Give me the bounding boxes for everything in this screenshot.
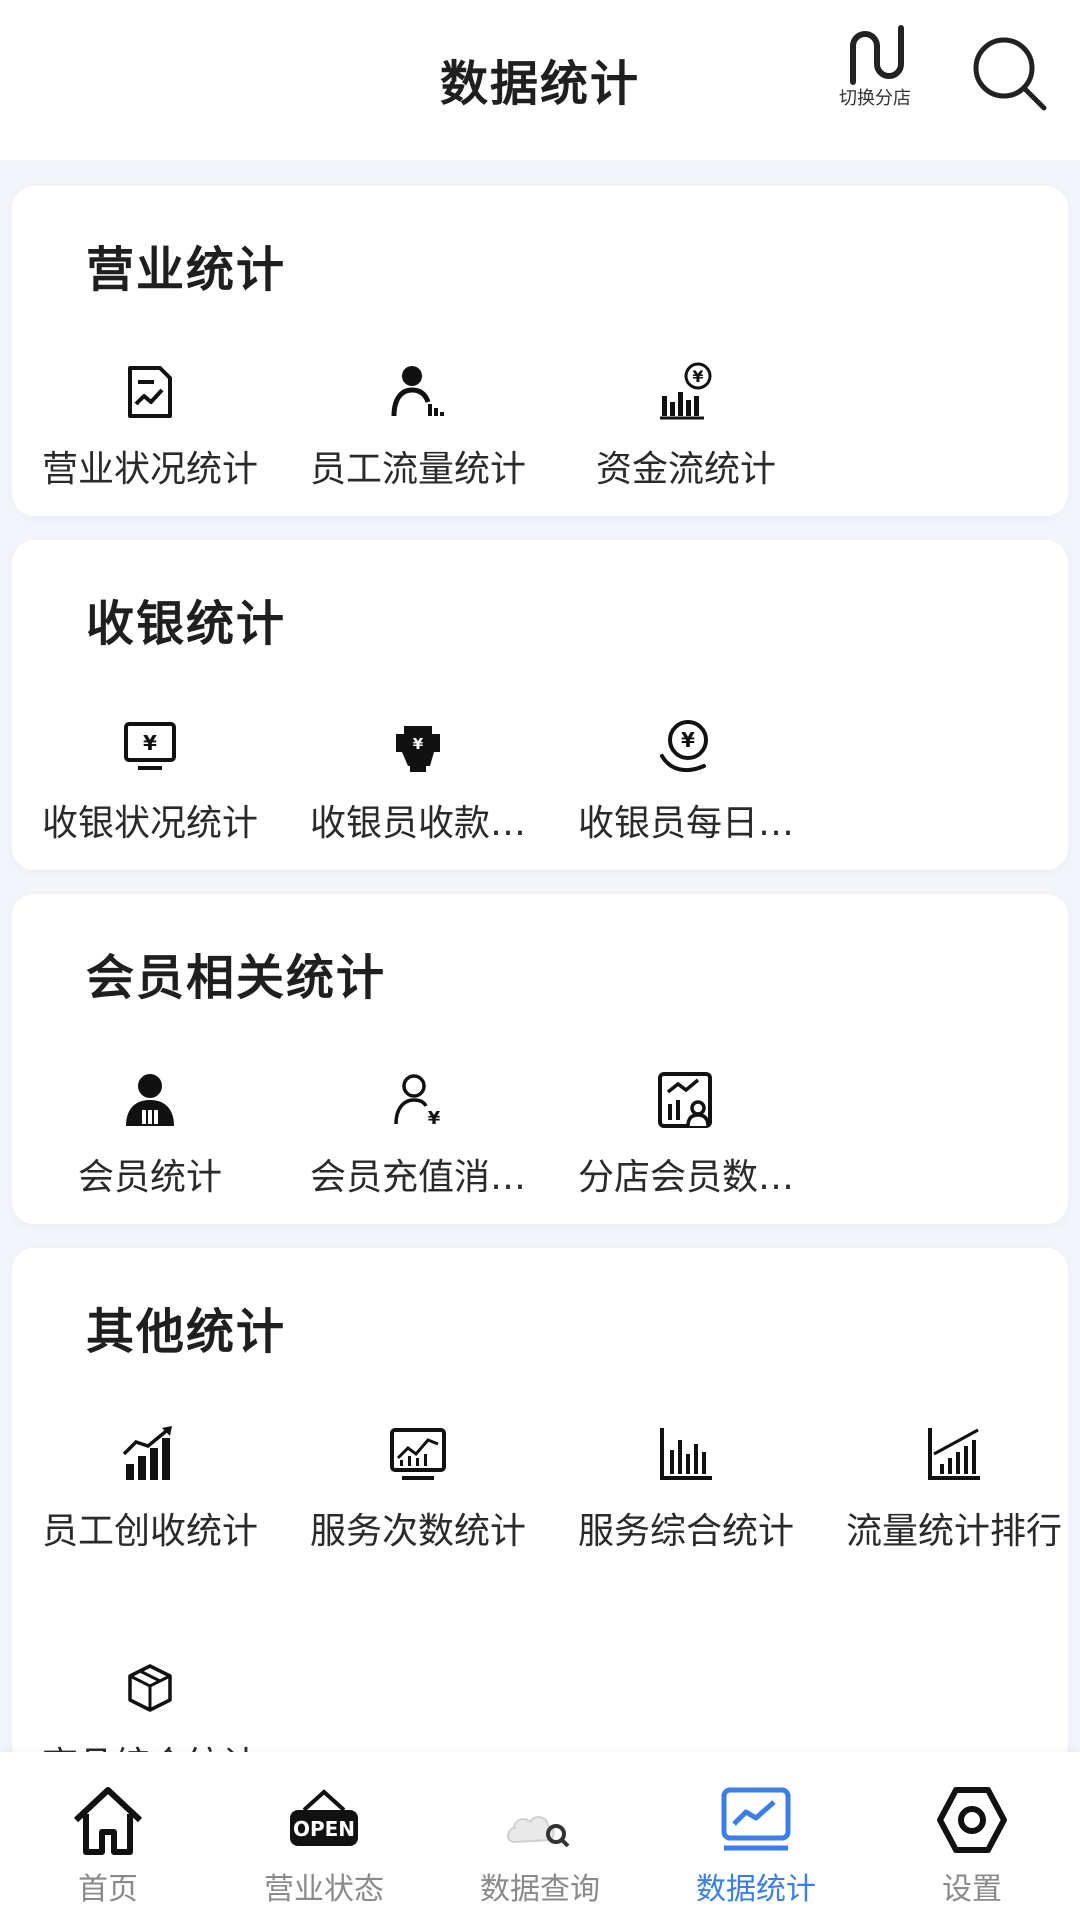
- item-label: 分店会员数…: [577, 1157, 794, 1198]
- svg-text:¥: ¥: [692, 367, 703, 386]
- hand-cash-icon: ¥: [396, 726, 440, 772]
- tab-label: 数据查询: [480, 1872, 600, 1907]
- trend-chart-icon: [721, 1787, 791, 1851]
- section-business: 营业统计 营业状况统计 员工流量统计 ¥ 资金流统计: [12, 186, 1068, 516]
- item-label: 收银状况统计: [41, 803, 258, 844]
- item-label: 员工流量统计: [309, 449, 526, 490]
- svg-text:OPEN: OPEN: [293, 1817, 355, 1841]
- item-label: 会员统计: [77, 1157, 222, 1198]
- member-icon: [126, 1074, 174, 1126]
- coin-hand-icon: ¥: [660, 720, 708, 773]
- search-cloud-icon: [507, 1816, 570, 1848]
- bottom-tab-bar: 首页 OPEN 营业状态 数据查询 数据统计 设置: [0, 1752, 1080, 1920]
- item-member-stats[interactable]: 会员统计: [16, 1070, 284, 1210]
- money-chart-icon: ¥: [660, 362, 712, 420]
- tab-label: 营业状态: [264, 1872, 384, 1907]
- hexagon-settings-icon: [937, 1787, 1007, 1853]
- section-title: 其他统计: [86, 1304, 287, 1360]
- item-label: 资金流统计: [595, 449, 776, 490]
- staff-chart-icon: [391, 366, 444, 417]
- item-staff-revenue[interactable]: 员工创收统计: [16, 1424, 284, 1564]
- switch-branch-button[interactable]: 切换分店: [820, 24, 930, 124]
- section-title: 收银统计: [86, 596, 287, 652]
- tab-data-statistics[interactable]: 数据统计: [648, 1752, 864, 1920]
- item-label: 会员充值消…: [309, 1157, 526, 1198]
- switch-branch-icon: [850, 25, 904, 85]
- open-sign-icon: OPEN: [290, 1789, 358, 1846]
- member-yen-icon: ¥: [394, 1074, 441, 1129]
- branch-member-chart-icon: [658, 1072, 712, 1128]
- growth-bars-icon: [122, 1426, 172, 1480]
- tab-label: 数据统计: [696, 1872, 816, 1907]
- tab-home[interactable]: 首页: [0, 1752, 216, 1920]
- search-icon: [973, 37, 1047, 111]
- home-icon: [73, 1787, 143, 1855]
- item-member-recharge[interactable]: ¥ 会员充值消…: [284, 1070, 552, 1210]
- svg-text:¥: ¥: [681, 728, 695, 752]
- svg-text:¥: ¥: [413, 735, 424, 753]
- item-business-status[interactable]: 营业状况统计: [16, 362, 284, 502]
- item-label: 流量统计排行: [845, 1511, 1062, 1552]
- item-service-overall[interactable]: 服务综合统计: [552, 1424, 820, 1564]
- section-title: 会员相关统计: [86, 950, 387, 1006]
- item-label: 服务次数统计: [309, 1511, 526, 1552]
- tab-business-status[interactable]: OPEN 营业状态: [216, 1752, 432, 1920]
- item-staff-flow[interactable]: 员工流量统计: [284, 362, 552, 502]
- report-icon: [128, 366, 172, 418]
- top-bar: 数据统计 切换分店: [0, 0, 1080, 160]
- rank-chart-icon: [928, 1428, 980, 1480]
- item-branch-members[interactable]: 分店会员数…: [552, 1070, 820, 1210]
- search-button[interactable]: [968, 32, 1052, 116]
- item-label: 营业状况统计: [41, 449, 258, 490]
- bar-chart-icon: [660, 1428, 712, 1480]
- tab-label: 设置: [942, 1872, 1002, 1907]
- tab-settings[interactable]: 设置: [864, 1752, 1080, 1920]
- item-label: 收银员每日…: [577, 803, 794, 844]
- item-flow-ranking[interactable]: 流量统计排行: [820, 1424, 1080, 1564]
- tab-label: 首页: [78, 1872, 138, 1907]
- item-service-count[interactable]: 服务次数统计: [284, 1424, 552, 1564]
- box-icon: [128, 1664, 172, 1712]
- section-other: 其他统计 员工创收统计 服务次数统计 服务综合统计 流量统计排行: [12, 1248, 1068, 1786]
- item-cashier-collection[interactable]: ¥ 收银员收款…: [284, 716, 552, 856]
- section-title: 营业统计: [86, 242, 287, 298]
- item-label: 收银员收款…: [309, 803, 526, 844]
- item-label: 员工创收统计: [41, 1511, 258, 1552]
- svg-text:¥: ¥: [143, 731, 157, 755]
- item-label: 服务综合统计: [577, 1511, 794, 1552]
- switch-branch-label: 切换分店: [839, 88, 911, 109]
- section-member: 会员相关统计 会员统计 ¥ 会员充值消… 分店会员数…: [12, 894, 1068, 1224]
- section-cashier: 收银统计 ¥ 收银状况统计 ¥ 收银员收款… ¥ 收银员每日…: [12, 540, 1068, 870]
- item-money-flow[interactable]: ¥ 资金流统计: [552, 362, 820, 502]
- item-cashier-status[interactable]: ¥ 收银状况统计: [16, 716, 284, 856]
- monitor-yen-icon: ¥: [124, 722, 176, 770]
- screen-chart-icon: [390, 1428, 446, 1480]
- svg-text:¥: ¥: [428, 1108, 441, 1129]
- tab-data-query[interactable]: 数据查询: [432, 1752, 648, 1920]
- item-cashier-daily[interactable]: ¥ 收银员每日…: [552, 716, 820, 856]
